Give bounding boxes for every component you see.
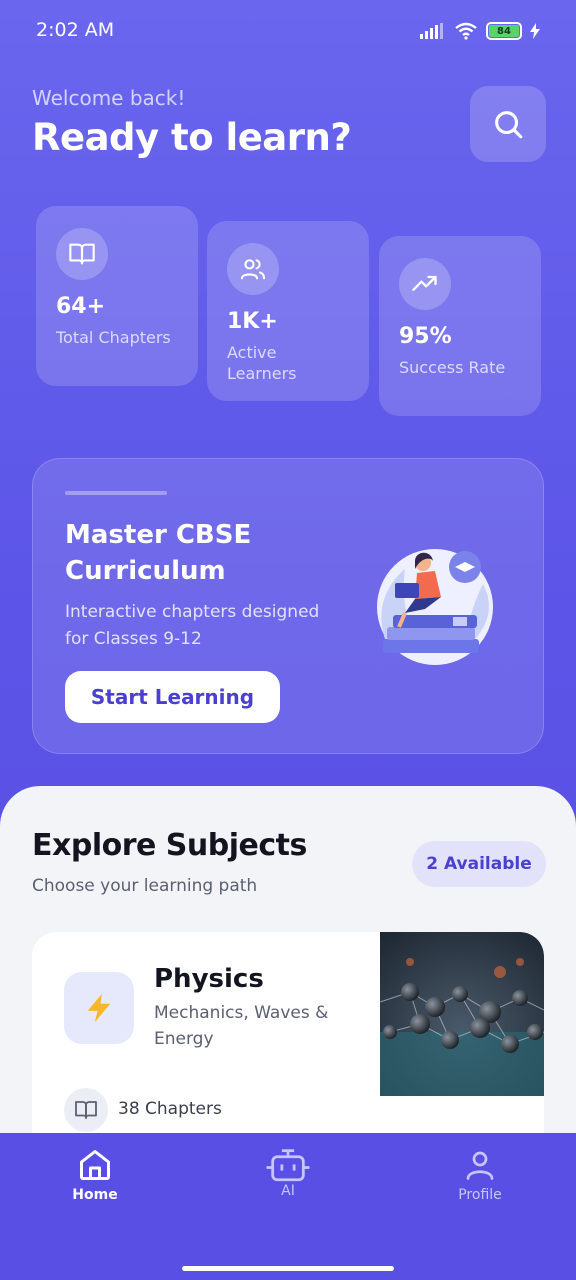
- nav-label: AI: [281, 1183, 295, 1199]
- home-indicator[interactable]: [182, 1266, 394, 1271]
- stat-value: 64+: [56, 294, 106, 319]
- bottom-navigation: Home AI Profile: [0, 1133, 576, 1280]
- battery-icon: 84: [486, 22, 522, 40]
- molecule-image: [380, 932, 544, 1096]
- search-icon: [495, 111, 523, 139]
- hero-title: Master CBSE Curriculum: [65, 520, 252, 586]
- lightning-icon: [64, 972, 134, 1044]
- stat-label: Active Learners: [227, 343, 297, 383]
- status-bar: 2:02 AM 84: [0, 0, 576, 64]
- users-icon: [227, 243, 279, 295]
- nav-item-ai[interactable]: AI: [238, 1147, 338, 1199]
- battery-level: 84: [489, 25, 519, 37]
- chapter-count: 38 Chapters: [118, 1099, 222, 1119]
- page-title: Ready to learn?: [32, 116, 352, 159]
- search-button[interactable]: [470, 86, 546, 162]
- profile-icon: [466, 1151, 494, 1180]
- book-icon: [64, 1088, 108, 1132]
- subject-name: Physics: [154, 964, 264, 994]
- section-title: Explore Subjects: [32, 828, 307, 863]
- stat-value: 1K+: [227, 309, 278, 334]
- stat-card-learners: 1K+ Active Learners: [207, 221, 369, 401]
- trending-up-icon: [399, 258, 451, 310]
- start-learning-button[interactable]: Start Learning: [65, 671, 280, 723]
- stat-card-chapters: 64+ Total Chapters: [36, 206, 198, 386]
- stat-value: 95%: [399, 324, 452, 349]
- subject-card-physics[interactable]: Physics Mechanics, Waves & Energy 38 Cha…: [32, 932, 544, 1152]
- robot-icon: [266, 1149, 310, 1182]
- available-badge: 2 Available: [412, 841, 546, 887]
- stat-label: Success Rate: [399, 358, 506, 377]
- signal-icon: [420, 23, 443, 39]
- hero-subtitle: Interactive chapters designed for Classe…: [65, 602, 320, 649]
- hero-card: Master CBSE Curriculum Interactive chapt…: [32, 458, 544, 754]
- section-subtitle: Choose your learning path: [32, 876, 258, 896]
- stat-card-success: 95% Success Rate: [379, 236, 541, 416]
- stat-label: Total Chapters: [56, 328, 171, 347]
- home-icon: [80, 1150, 110, 1180]
- status-time: 2:02 AM: [36, 19, 115, 41]
- status-icons: 84: [420, 22, 540, 40]
- wifi-icon: [455, 22, 477, 40]
- nav-label: Profile: [458, 1187, 502, 1203]
- nav-label: Home: [72, 1187, 118, 1203]
- hero-divider: [65, 491, 167, 495]
- greeting-text: Welcome back!: [32, 86, 186, 110]
- book-icon: [56, 228, 108, 280]
- student-reading-illustration: [377, 549, 493, 665]
- nav-item-home[interactable]: Home: [45, 1147, 145, 1203]
- subject-description: Mechanics, Waves & Energy: [154, 1003, 329, 1049]
- nav-item-profile[interactable]: Profile: [430, 1147, 530, 1203]
- charging-icon: [530, 23, 540, 39]
